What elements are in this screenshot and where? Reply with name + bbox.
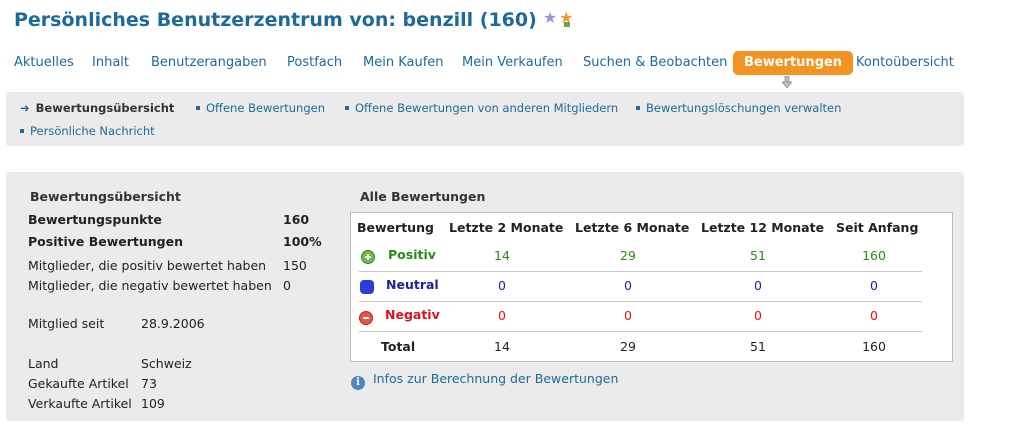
cell-negativ-6m: 0: [624, 308, 632, 323]
summary-label-points: Bewertungspunkte: [28, 212, 162, 227]
ratings-info-link[interactable]: i Infos zur Berechnung der Bewertungen: [351, 371, 618, 390]
arrow-right-icon: ➜: [20, 101, 30, 115]
cell-total-6m: 29: [620, 339, 636, 354]
info-link-label: Infos zur Berechnung der Bewertungen: [373, 371, 619, 386]
main-tabs: Aktuelles Inhalt Benutzerangaben Postfac…: [0, 51, 1000, 75]
subnav-offene-bewertungen[interactable]: Offene Bewertungen: [196, 101, 325, 115]
bullet-square-icon: [196, 106, 200, 110]
neutral-dot-icon: [360, 280, 374, 294]
cell-neutral-6m: 0: [624, 278, 632, 293]
summary-label-positive: Positive Bewertungen: [28, 234, 184, 249]
subnav-label: Offene Bewertungen von anderen Mitgliede…: [355, 101, 619, 115]
cell-neutral-total: 0: [870, 278, 878, 293]
summary-value-positive: 100%: [283, 234, 322, 249]
cell-neutral-2m: 0: [498, 278, 506, 293]
cell-negativ-2m: 0: [498, 308, 506, 323]
bullet-square-icon: [345, 106, 349, 110]
cell-positiv-total: 160: [862, 248, 886, 263]
col-header-12-months: Letzte 12 Monate: [701, 220, 825, 235]
cell-positiv-2m: 14: [494, 248, 510, 263]
summary-label-members-negative: Mitglieder, die negativ bewertet haben: [28, 278, 272, 293]
tab-mein-verkaufen[interactable]: Mein Verkaufen: [462, 51, 563, 75]
bullet-square-icon: [636, 106, 640, 110]
tab-aktuelles[interactable]: Aktuelles: [14, 51, 74, 75]
tab-benutzerangaben[interactable]: Benutzerangaben: [151, 51, 267, 75]
summary-label-members-positive: Mitglieder, die positiv bewertet haben: [28, 258, 267, 273]
sold-items-label: Verkaufte Artikel: [28, 396, 132, 411]
row-label-negativ: Negativ: [385, 307, 440, 322]
cell-negativ-total: 0: [870, 308, 878, 323]
col-header-bewertung: Bewertung: [357, 220, 434, 235]
page-title-text: Persönliches Benutzerzentrum von: benzil…: [14, 9, 537, 31]
subnav-current-label: Bewertungsübersicht: [35, 101, 175, 115]
cell-total-12m: 51: [750, 339, 766, 354]
cell-total-total: 160: [862, 339, 886, 354]
plus-circle-icon: [361, 250, 375, 264]
cell-neutral-12m: 0: [754, 278, 762, 293]
bullet-square-icon: [20, 129, 24, 133]
col-header-since-start: Seit Anfang: [836, 220, 919, 235]
row-label-neutral: Neutral: [386, 277, 439, 292]
summary-title: Bewertungsübersicht: [30, 189, 181, 204]
subnav-current: ➜ Bewertungsübersicht: [20, 101, 174, 115]
row-divider: [359, 331, 922, 332]
active-tab-arrow-icon: [782, 76, 792, 89]
row-label-total: Total: [381, 339, 416, 354]
subnav-label: Bewertungslöschungen verwalten: [646, 101, 842, 115]
orange-star-ribbon-icon: ★: [559, 8, 574, 27]
cell-negativ-12m: 0: [754, 308, 762, 323]
bought-items-value: 73: [141, 376, 157, 391]
row-divider: [359, 271, 922, 272]
tab-mein-kaufen[interactable]: Mein Kaufen: [363, 51, 444, 75]
row-divider: [359, 301, 922, 302]
land-label: Land: [28, 356, 59, 371]
summary-value-points: 160: [283, 212, 310, 227]
subnav-persoenliche-nachricht[interactable]: Persönliche Nachricht: [20, 124, 155, 138]
member-since-value: 28.9.2006: [141, 316, 205, 331]
tab-postfach[interactable]: Postfach: [287, 51, 342, 75]
tab-suchen-beobachten[interactable]: Suchen & Beobachten: [583, 51, 727, 75]
member-since-label: Mitglied seit: [28, 316, 105, 331]
minus-circle-icon: [359, 311, 373, 325]
row-label-positiv: Positiv: [388, 247, 436, 262]
col-header-2-months: Letzte 2 Monate: [449, 220, 564, 235]
all-ratings-title: Alle Bewertungen: [360, 189, 486, 204]
page-title: Persönliches Benutzerzentrum von: benzil…: [14, 8, 574, 31]
cell-positiv-6m: 29: [620, 248, 636, 263]
sold-items-value: 109: [141, 396, 165, 411]
summary-value-members-positive: 150: [283, 258, 307, 273]
cell-positiv-12m: 51: [750, 248, 766, 263]
subnav-bewertungsloeschungen[interactable]: Bewertungslöschungen verwalten: [636, 101, 841, 115]
land-value: Schweiz: [141, 356, 192, 371]
col-header-6-months: Letzte 6 Monate: [575, 220, 690, 235]
cell-total-2m: 14: [494, 339, 510, 354]
ratings-table: Bewertung Letzte 2 Monate Letzte 6 Monat…: [350, 212, 953, 362]
purple-star-icon: ★: [542, 8, 558, 27]
info-icon: i: [351, 376, 365, 390]
subnav-label: Offene Bewertungen: [206, 101, 325, 115]
subnav-label: Persönliche Nachricht: [30, 124, 155, 138]
tab-bewertungen[interactable]: Bewertungen: [733, 51, 854, 75]
summary-value-members-negative: 0: [283, 278, 291, 293]
bought-items-label: Gekaufte Artikel: [28, 376, 129, 391]
subnav-offene-bewertungen-andere[interactable]: Offene Bewertungen von anderen Mitgliede…: [345, 101, 618, 115]
tab-kontouebersicht[interactable]: Kontoübersicht: [856, 51, 954, 75]
tab-inhalt[interactable]: Inhalt: [92, 51, 129, 75]
